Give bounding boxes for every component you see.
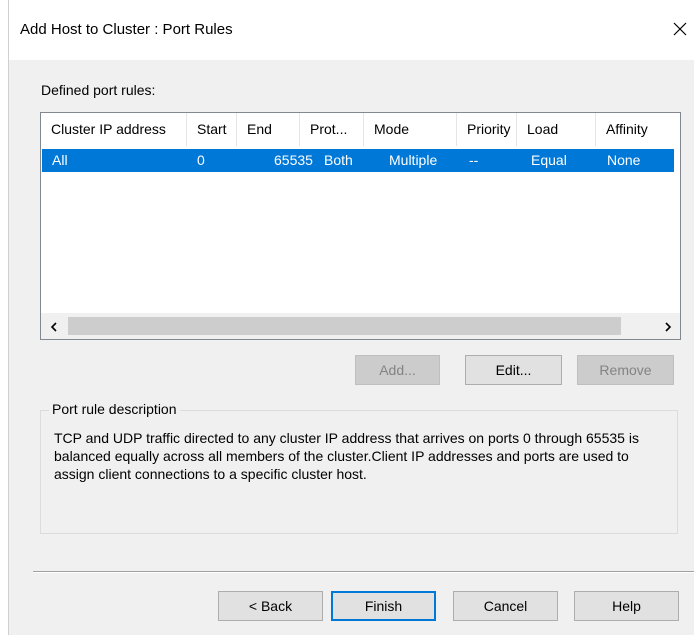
column-header-end[interactable]: End bbox=[237, 113, 300, 146]
edit-button[interactable]: Edit... bbox=[465, 355, 562, 385]
separator bbox=[33, 571, 694, 573]
dialog-title: Add Host to Cluster : Port Rules bbox=[20, 21, 233, 38]
column-header-cluster-ip[interactable]: Cluster IP address bbox=[41, 113, 187, 146]
defined-port-rules-label: Defined port rules: bbox=[41, 82, 156, 98]
cell-cluster-ip: All bbox=[52, 152, 68, 168]
column-header-priority[interactable]: Priority bbox=[457, 113, 517, 146]
finish-button[interactable]: Finish bbox=[331, 591, 436, 621]
port-rules-list[interactable]: Cluster IP address Start End Prot... Mod… bbox=[40, 112, 681, 340]
horizontal-scrollbar[interactable] bbox=[41, 313, 680, 339]
remove-button[interactable]: Remove bbox=[577, 355, 674, 385]
port-rule-description-group: Port rule description TCP and UDP traffi… bbox=[40, 401, 678, 534]
column-header-affinity[interactable]: Affinity bbox=[596, 113, 676, 146]
cell-protocol: Both bbox=[324, 152, 353, 168]
scroll-left-button[interactable] bbox=[41, 314, 66, 339]
scroll-left-icon bbox=[50, 321, 57, 332]
cell-affinity: None bbox=[607, 152, 641, 168]
close-button[interactable] bbox=[665, 14, 694, 44]
column-header-mode[interactable]: Mode bbox=[364, 113, 457, 146]
list-header: Cluster IP address Start End Prot... Mod… bbox=[41, 113, 680, 146]
cell-mode: Multiple bbox=[389, 152, 438, 168]
help-button[interactable]: Help bbox=[574, 591, 679, 621]
port-rule-description-label: Port rule description bbox=[49, 401, 180, 417]
cell-end: 65535 bbox=[274, 152, 313, 168]
cell-start: 0 bbox=[197, 152, 205, 168]
scroll-right-icon bbox=[664, 321, 671, 332]
column-header-load[interactable]: Load bbox=[517, 113, 596, 146]
back-button[interactable]: < Back bbox=[218, 591, 323, 621]
cell-load: Equal bbox=[531, 152, 567, 168]
cell-priority: -- bbox=[469, 152, 479, 168]
add-button[interactable]: Add... bbox=[355, 355, 440, 385]
table-row[interactable]: All 0 65535 Both Multiple -- Equal None bbox=[42, 149, 674, 172]
column-header-start[interactable]: Start bbox=[187, 113, 237, 146]
scroll-thumb[interactable] bbox=[68, 317, 621, 335]
close-icon bbox=[673, 22, 687, 36]
dialog: Add Host to Cluster : Port Rules Defined… bbox=[8, 0, 694, 635]
port-rule-description-text: TCP and UDP traffic directed to any clus… bbox=[54, 430, 639, 482]
column-header-protocol[interactable]: Prot... bbox=[300, 113, 364, 146]
title-bar: Add Host to Cluster : Port Rules bbox=[9, 0, 694, 60]
cancel-button[interactable]: Cancel bbox=[453, 591, 558, 621]
scroll-right-button[interactable] bbox=[655, 314, 680, 339]
